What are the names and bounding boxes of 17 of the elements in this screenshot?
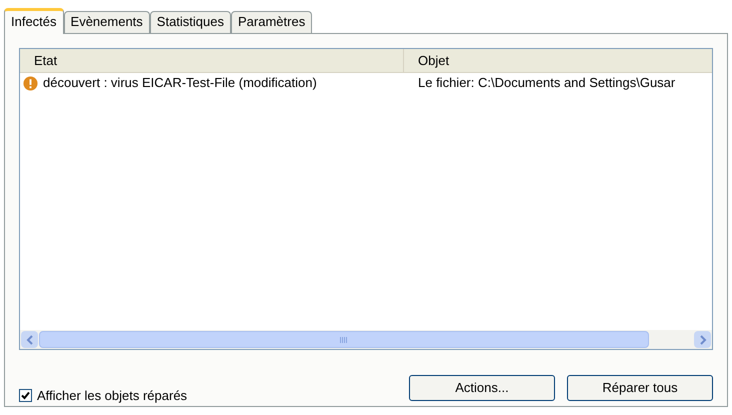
tab[interactable]: Evènements (64, 11, 150, 33)
action-button[interactable]: Actions... (409, 374, 555, 401)
tab[interactable]: Statistiques (150, 11, 231, 33)
scroll-right-icon[interactable] (694, 331, 711, 348)
action-button[interactable]: Réparer tous (567, 374, 713, 401)
column-header[interactable]: Etat (20, 49, 404, 72)
table-cell-text: découvert : virus EICAR-Test-File (modification) (43, 74, 317, 92)
tab[interactable]: Infectés (4, 8, 64, 34)
table-cell-text: Le fichier: C:\Documents and Settings\Gusar (418, 74, 676, 92)
column-header[interactable]: Objet (404, 49, 712, 72)
tab[interactable]: Paramètres (231, 11, 312, 33)
warning-icon (23, 76, 38, 90)
horizontal-scrollbar[interactable] (20, 330, 712, 349)
checkbox-label[interactable]: Afficher les objets réparés (37, 386, 188, 406)
scrollbar-thumb[interactable] (39, 331, 649, 348)
scroll-left-icon[interactable] (21, 331, 38, 348)
checkbox[interactable] (19, 389, 32, 402)
